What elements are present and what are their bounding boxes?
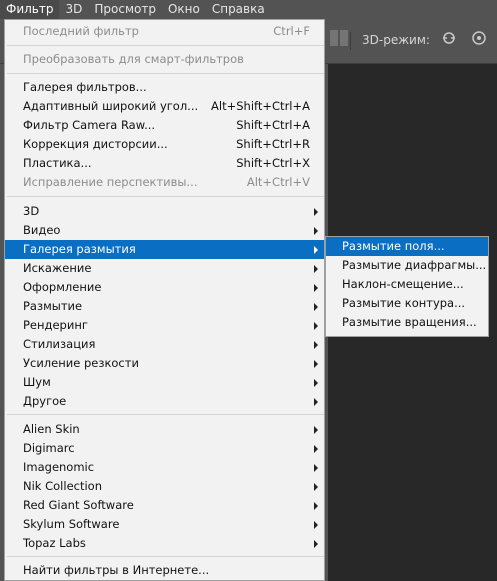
menu-item-skylum[interactable]: Skylum Software [5, 515, 324, 534]
menu-item-render[interactable]: Рендеринг [5, 316, 324, 335]
menu-item-blur-gallery[interactable]: Галерея размытия [5, 240, 324, 259]
menu-item-red-giant[interactable]: Red Giant Software [5, 496, 324, 515]
menu-item-pixelate[interactable]: Оформление [5, 278, 324, 297]
menu-3d[interactable]: 3D [59, 0, 88, 19]
menu-item-last-filter: Последний фильтр Ctrl+F [23, 24, 310, 38]
submenu-arrow-icon [314, 379, 318, 387]
menu-help[interactable]: Справка [206, 0, 271, 19]
menu-separator [7, 73, 324, 74]
submenu-arrow-icon [314, 521, 318, 529]
submenu-arrow-icon [314, 540, 318, 548]
submenu-arrow-icon [314, 445, 318, 453]
submenu-arrow-icon [314, 303, 318, 311]
3d-rotate-icon[interactable] [440, 29, 458, 51]
menu-window[interactable]: Окно [162, 0, 206, 19]
menu-item-imagenomic[interactable]: Imagenomic [5, 458, 324, 477]
menu-item-camera-raw[interactable]: Фильтр Camera Raw... Shift+Ctrl+A [5, 116, 324, 135]
3d-orbit-icon[interactable] [470, 29, 488, 51]
menu-item-noise[interactable]: Шум [5, 373, 324, 392]
menu-item-topaz-labs[interactable]: Topaz Labs [5, 534, 324, 553]
submenu-arrow-icon [314, 265, 318, 273]
submenu-item-iris-blur[interactable]: Размытие диафрагмы... [326, 256, 488, 275]
menu-item-distort[interactable]: Искажение [5, 259, 324, 278]
menu-separator [7, 414, 324, 415]
submenu-item-field-blur[interactable]: Размытие поля... [326, 237, 488, 256]
submenu-item-spin-blur[interactable]: Размытие вращения... [326, 313, 488, 332]
submenu-arrow-icon [314, 398, 318, 406]
submenu-arrow-icon [314, 360, 318, 368]
menu-item-blur[interactable]: Размытие [5, 297, 324, 316]
menu-item-sharpen[interactable]: Усиление резкости [5, 354, 324, 373]
submenu-arrow-icon [314, 246, 318, 254]
menu-item-video[interactable]: Видео [5, 221, 324, 240]
menu-filter[interactable]: Фильтр [0, 0, 60, 19]
menu-item-liquify[interactable]: Пластика... Shift+Ctrl+X [5, 154, 324, 173]
menu-separator [7, 45, 324, 46]
menu-item-browse-online[interactable]: Найти фильтры в Интернете... [5, 561, 324, 580]
menu-item-nik-collection[interactable]: Nik Collection [5, 477, 324, 496]
menu-item-digimarc[interactable]: Digimarc [5, 439, 324, 458]
align-icon[interactable] [330, 30, 348, 46]
menu-item-3d[interactable]: 3D [5, 202, 324, 221]
menu-item-filter-gallery[interactable]: Галерея фильтров... [5, 78, 324, 97]
menu-item-other[interactable]: Другое [5, 392, 324, 411]
menu-item-adaptive-wide-angle[interactable]: Адаптивный широкий угол... Alt+Shift+Ctr… [5, 97, 324, 116]
submenu-arrow-icon [314, 341, 318, 349]
submenu-arrow-icon [314, 502, 318, 510]
submenu-arrow-icon [314, 227, 318, 235]
menu-separator [7, 556, 324, 557]
menu-view[interactable]: Просмотр [88, 0, 162, 19]
menu-item-alien-skin[interactable]: Alien Skin [5, 420, 324, 439]
options-divider [350, 32, 351, 50]
blur-gallery-submenu: Размытие поля... Размытие диафрагмы... Н… [325, 236, 489, 337]
submenu-arrow-icon [314, 426, 318, 434]
submenu-item-path-blur[interactable]: Размытие контура... [326, 294, 488, 313]
menu-item-lens-correction[interactable]: Коррекция дисторсии... Shift+Ctrl+R [5, 135, 324, 154]
submenu-item-tilt-shift[interactable]: Наклон-смещение... [326, 275, 488, 294]
filter-menu: Последний фильтр Ctrl+F Преобразовать дл… [4, 19, 325, 581]
menu-bar: Фильтр 3D Просмотр Окно Справка [0, 0, 497, 19]
submenu-arrow-icon [314, 464, 318, 472]
menu-item-convert-smart: Преобразовать для смарт-фильтров [23, 52, 244, 66]
submenu-arrow-icon [314, 284, 318, 292]
submenu-arrow-icon [314, 208, 318, 216]
submenu-arrow-icon [314, 483, 318, 491]
menu-item-stylize[interactable]: Стилизация [5, 335, 324, 354]
menu-item-vanishing-point: Исправление перспективы... Alt+Ctrl+V [23, 175, 310, 189]
submenu-arrow-icon [314, 322, 318, 330]
menu-separator [7, 196, 324, 197]
3d-mode-label: 3D-режим: [362, 33, 430, 47]
